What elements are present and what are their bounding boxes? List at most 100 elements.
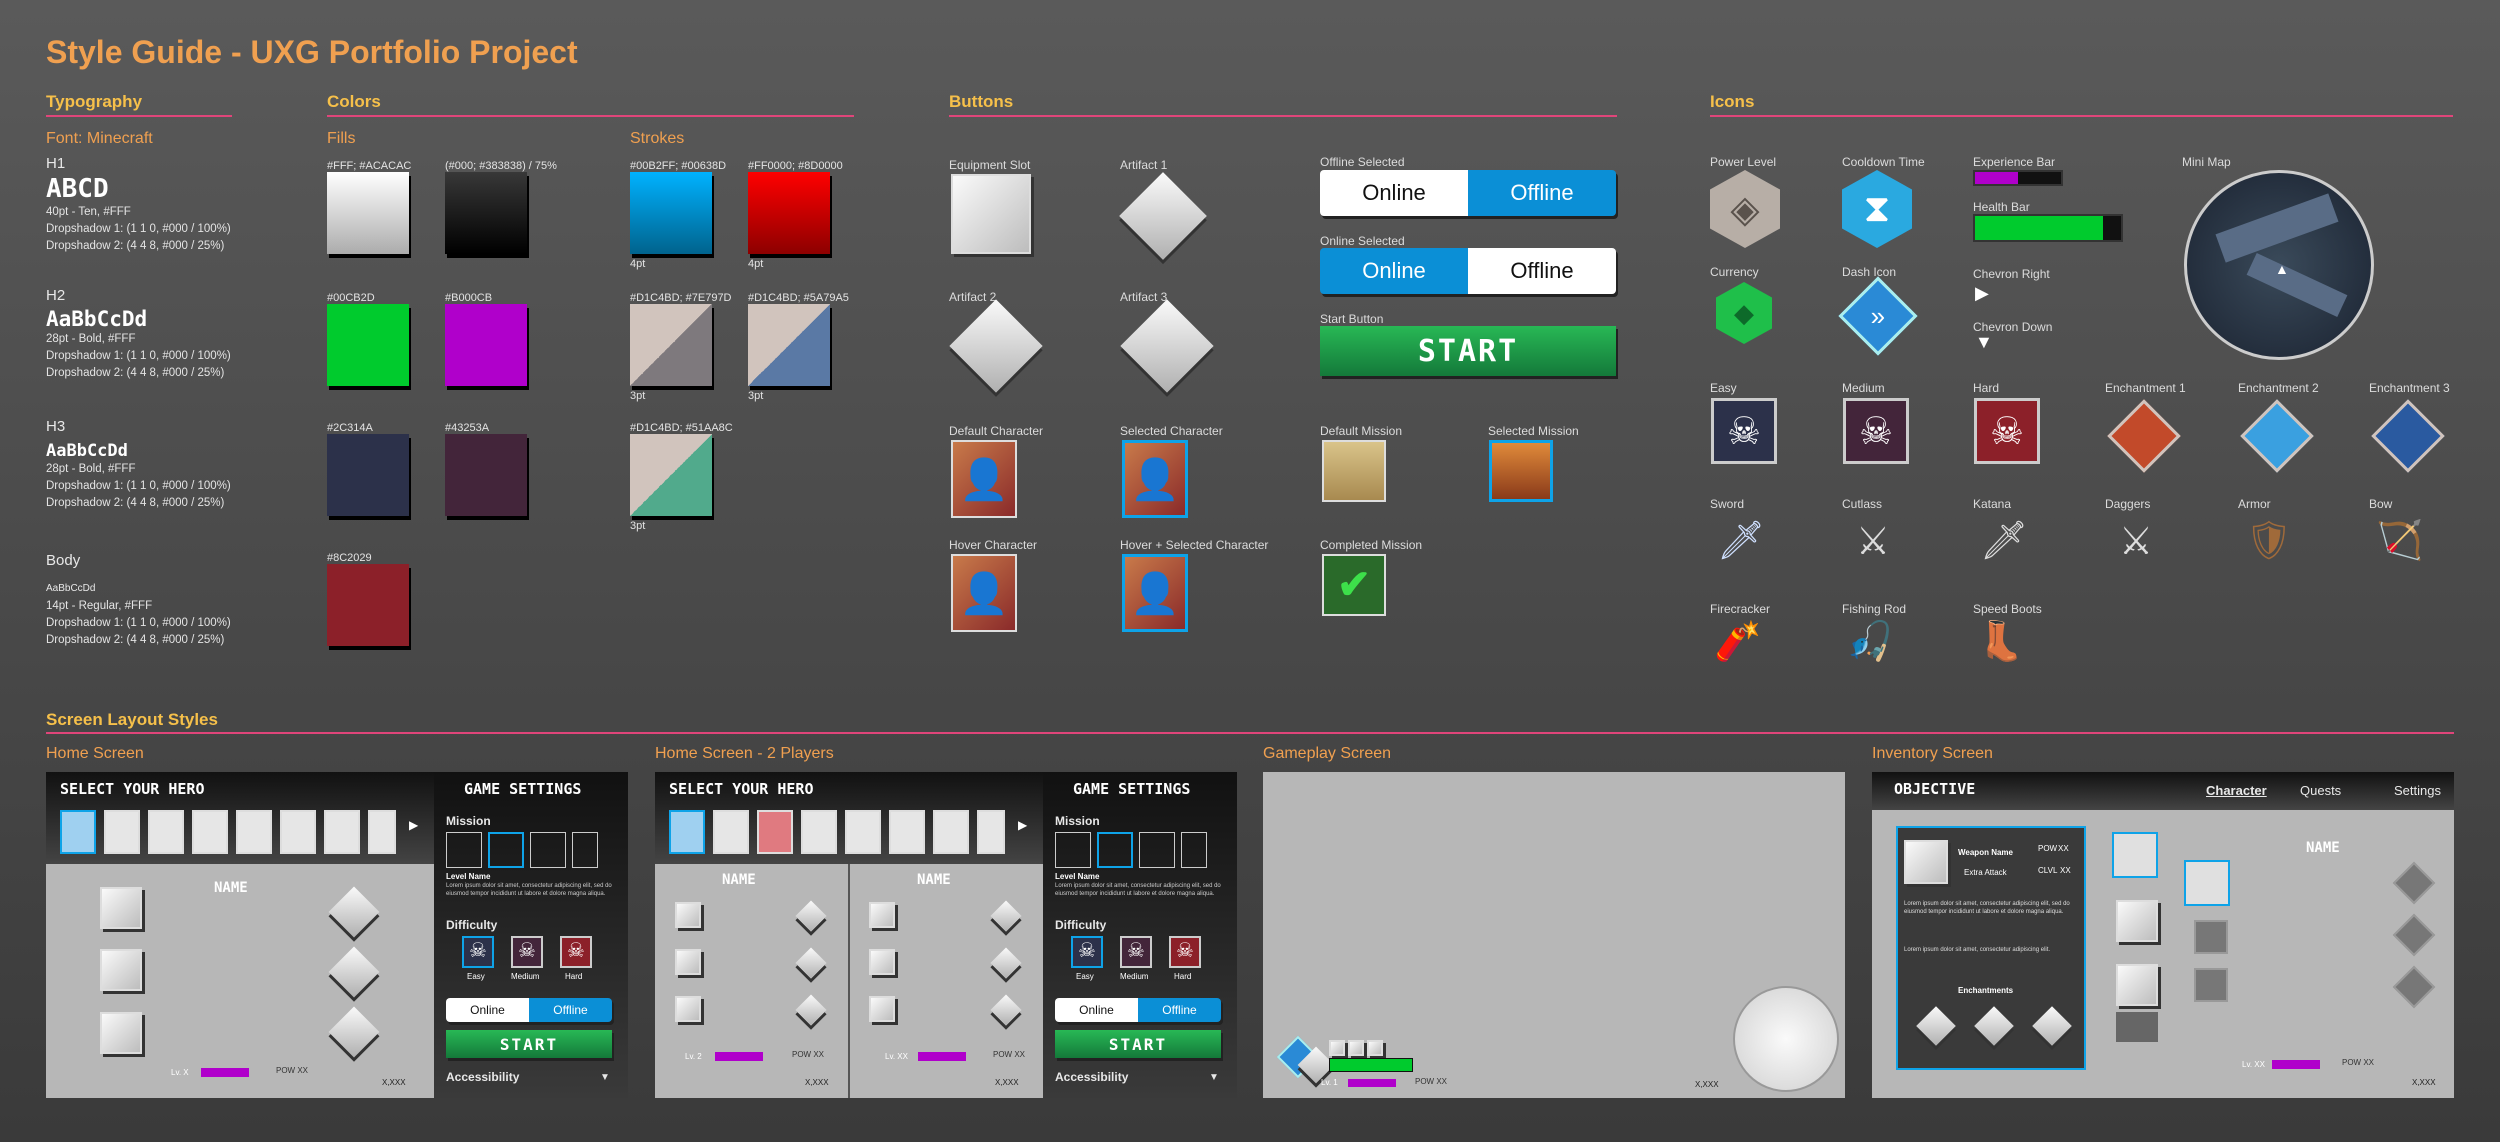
artifact3-slot[interactable] — [1120, 299, 1214, 393]
equipment-slot[interactable] — [869, 996, 895, 1022]
offline-selected-toggle[interactable]: Online Offline — [1320, 170, 1616, 216]
mission-slot[interactable] — [1055, 832, 1091, 868]
online-option[interactable]: Online — [1320, 170, 1468, 216]
hero-slot[interactable] — [368, 810, 396, 854]
selected-mission[interactable] — [1489, 440, 1553, 502]
hard-button[interactable]: ☠ — [1169, 936, 1201, 968]
mission-slot[interactable] — [1181, 832, 1207, 868]
equipment-slot[interactable] — [100, 949, 142, 991]
accessibility-label[interactable]: Accessibility — [446, 1070, 519, 1084]
online-option[interactable]: Online — [446, 998, 529, 1022]
tab-quests[interactable]: Quests — [2300, 783, 2341, 798]
hero-slot[interactable] — [933, 810, 969, 854]
hero-slot[interactable] — [60, 810, 96, 854]
equipment-slot[interactable] — [951, 174, 1031, 254]
equipment-slot[interactable] — [100, 887, 142, 929]
artifact-slot[interactable] — [2392, 965, 2436, 1009]
equipment-slot[interactable] — [2116, 1012, 2158, 1042]
artifact-slot[interactable] — [328, 886, 380, 938]
hero-slot[interactable] — [280, 810, 316, 854]
equipment-slot[interactable] — [100, 1012, 142, 1054]
completed-mission[interactable]: ✔ — [1322, 554, 1386, 616]
artifact-slot[interactable] — [2194, 968, 2228, 1002]
equipment-slot[interactable] — [1367, 1040, 1383, 1056]
medium-button[interactable]: ☠ — [1120, 936, 1152, 968]
enchantment-slot[interactable] — [1916, 1006, 1956, 1046]
start-button[interactable]: START — [1055, 1030, 1221, 1058]
artifact-slot[interactable] — [795, 900, 827, 932]
online-option[interactable]: Online — [1055, 998, 1138, 1022]
chevron-right-icon[interactable]: ▶ — [409, 818, 418, 832]
hero-slot[interactable] — [236, 810, 272, 854]
easy-button[interactable]: ☠ — [1071, 936, 1103, 968]
selected-character[interactable]: 👤 — [1122, 440, 1188, 518]
offline-option[interactable]: Offline — [529, 998, 612, 1022]
artifact-slot[interactable] — [990, 994, 1022, 1026]
equipment-slot[interactable] — [2116, 964, 2158, 1006]
hero-slot[interactable] — [757, 810, 793, 854]
artifact-slot[interactable] — [2392, 861, 2436, 905]
hover-selected-character[interactable]: 👤 — [1122, 554, 1188, 632]
joystick[interactable] — [1733, 986, 1839, 1092]
artifact2-slot[interactable] — [949, 299, 1043, 393]
mission-slot[interactable] — [488, 832, 524, 868]
artifact1-slot[interactable] — [1119, 172, 1207, 260]
hero-slot[interactable] — [192, 810, 228, 854]
chevron-down-icon[interactable]: ▼ — [1209, 1072, 1219, 1083]
online-option[interactable]: Online — [1320, 248, 1468, 294]
equipment-slot[interactable] — [2116, 900, 2158, 942]
mission-slot[interactable] — [530, 832, 566, 868]
start-button[interactable]: START — [446, 1030, 612, 1058]
equipment-slot-selected[interactable] — [2184, 860, 2230, 906]
artifact-slot[interactable] — [795, 947, 827, 979]
hero-slot[interactable] — [845, 810, 881, 854]
easy-button[interactable]: ☠ — [462, 936, 494, 968]
hero-slot[interactable] — [713, 810, 749, 854]
online-offline-toggle[interactable]: Online Offline — [446, 998, 612, 1022]
equipment-slot[interactable] — [675, 949, 701, 975]
tab-settings[interactable]: Settings — [2394, 783, 2441, 798]
artifact-slot[interactable] — [990, 947, 1022, 979]
mission-slot[interactable] — [1139, 832, 1175, 868]
equipment-slot[interactable] — [869, 949, 895, 975]
hero-slot[interactable] — [801, 810, 837, 854]
artifact-slot[interactable] — [2194, 920, 2228, 954]
accessibility-label[interactable]: Accessibility — [1055, 1070, 1128, 1084]
hero-slot[interactable] — [977, 810, 1005, 854]
offline-option[interactable]: Offline — [1138, 998, 1221, 1022]
hero-slot[interactable] — [889, 810, 925, 854]
equipment-slot-selected[interactable] — [2112, 832, 2158, 878]
hero-slot[interactable] — [104, 810, 140, 854]
hover-character[interactable]: 👤 — [951, 554, 1017, 632]
online-offline-toggle[interactable]: Online Offline — [1055, 998, 1221, 1022]
mission-slot[interactable] — [572, 832, 598, 868]
hero-slot[interactable] — [669, 810, 705, 854]
mission-slot[interactable] — [446, 832, 482, 868]
hero-slot[interactable] — [148, 810, 184, 854]
artifact-slot[interactable] — [990, 900, 1022, 932]
medium-button[interactable]: ☠ — [511, 936, 543, 968]
offline-option[interactable]: Offline — [1468, 248, 1616, 294]
equipment-slot[interactable] — [675, 996, 701, 1022]
online-selected-toggle[interactable]: Online Offline — [1320, 248, 1616, 294]
chevron-right-icon[interactable]: ▶ — [1018, 818, 1027, 832]
chevron-down-icon[interactable]: ▼ — [600, 1072, 610, 1083]
enchantment-slot[interactable] — [2032, 1006, 2072, 1046]
start-button[interactable]: START — [1320, 326, 1616, 376]
artifact-slot[interactable] — [2392, 913, 2436, 957]
hero-slot[interactable] — [324, 810, 360, 854]
enchantment-slot[interactable] — [1974, 1006, 2014, 1046]
tab-character[interactable]: Character — [2206, 783, 2267, 798]
default-mission[interactable] — [1322, 440, 1386, 502]
hard-button[interactable]: ☠ — [560, 936, 592, 968]
artifact-slot[interactable] — [795, 994, 827, 1026]
artifact-slot[interactable] — [328, 946, 380, 998]
mission-slot[interactable] — [1097, 832, 1133, 868]
equipment-slot[interactable] — [869, 902, 895, 928]
default-character[interactable]: 👤 — [951, 440, 1017, 518]
equipment-slot[interactable] — [675, 902, 701, 928]
artifact-slot[interactable] — [328, 1006, 380, 1058]
equipment-slot[interactable] — [1329, 1040, 1345, 1056]
mini-map[interactable]: ▲ — [2184, 170, 2374, 360]
equipment-slot[interactable] — [1348, 1040, 1364, 1056]
